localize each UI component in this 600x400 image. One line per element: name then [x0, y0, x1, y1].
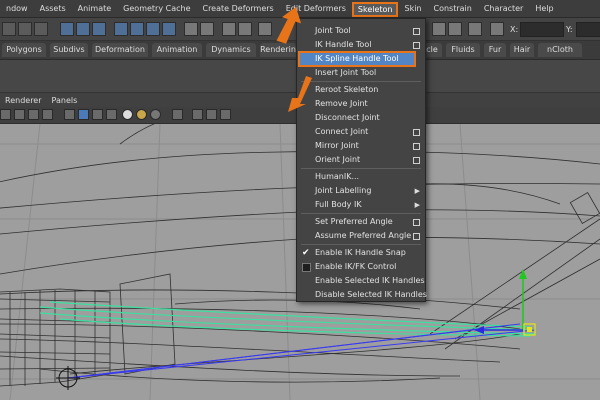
option-box-icon[interactable] [413, 157, 420, 164]
checkbox-icon[interactable] [302, 263, 311, 272]
tab-deformation[interactable]: Deformation [92, 43, 148, 57]
tab-fur[interactable]: Fur [484, 43, 506, 57]
menu-item-disable-selected-ik-handles[interactable]: Disable Selected IK Handles [297, 288, 427, 302]
new-scene-icon[interactable] [2, 22, 16, 36]
input-ops-icon[interactable] [238, 22, 252, 36]
option-box-icon[interactable] [413, 129, 420, 136]
snap-grid-icon[interactable] [114, 22, 128, 36]
menu-item-ik-handle-tool[interactable]: IK Handle Tool [297, 38, 425, 52]
callout-arrow-skeleton-icon [276, 6, 302, 44]
x-coord-field[interactable] [520, 22, 564, 37]
panel-menu-panels[interactable]: Panels [47, 96, 83, 105]
submenu-arrow-icon: ▶ [414, 187, 420, 195]
submenu-arrow-icon: ▶ [414, 201, 420, 209]
snap-curve-icon[interactable] [130, 22, 144, 36]
shadows-icon[interactable] [150, 109, 161, 120]
menu-skeleton[interactable]: Skeleton [351, 1, 399, 17]
default-light-icon[interactable] [122, 109, 133, 120]
menu-item-enable-ik-handle-snap[interactable]: ✔ Enable IK Handle Snap [297, 246, 425, 260]
menu-item-connect-joint[interactable]: Connect Joint [297, 125, 425, 139]
menu-item-enable-ik-fk-control[interactable]: Enable IK/FK Control [297, 260, 425, 274]
tab-subdivs[interactable]: Subdivs [50, 43, 88, 57]
x-coord-label: X: [510, 25, 519, 34]
tab-fluids[interactable]: Fluids [446, 43, 480, 57]
menu-divider [301, 244, 421, 245]
menu-divider [301, 213, 421, 214]
menu-window[interactable]: ndow [0, 0, 34, 17]
textured-icon[interactable] [106, 109, 117, 120]
option-box-icon[interactable] [413, 233, 420, 240]
smooth-shade-icon[interactable] [78, 109, 89, 120]
option-box-icon[interactable] [413, 42, 420, 49]
menu-item-humanik[interactable]: HumanIK... [297, 170, 425, 184]
ipr-render-icon[interactable] [432, 22, 446, 36]
open-scene-icon[interactable] [18, 22, 32, 36]
all-lights-icon[interactable] [136, 109, 147, 120]
menu-constrain[interactable]: Constrain [428, 0, 478, 17]
help-line-icon[interactable] [200, 22, 214, 36]
image-plane-icon[interactable] [28, 109, 39, 120]
option-box-icon[interactable] [413, 28, 420, 35]
menu-assets[interactable]: Assets [34, 0, 72, 17]
root-joint [56, 366, 80, 390]
film-gate-icon[interactable] [42, 109, 53, 120]
menu-item-assume-preferred-angle[interactable]: Assume Preferred Angle [297, 229, 425, 243]
select-component-icon[interactable] [92, 22, 106, 36]
y-coord-label: Y: [566, 25, 573, 34]
xray-active-icon[interactable] [220, 109, 231, 120]
tab-polygons[interactable]: Polygons [2, 43, 46, 57]
tab-ncloth[interactable]: nCloth [538, 43, 582, 57]
menu-item-enable-selected-ik-handles[interactable]: Enable Selected IK Handles [297, 274, 425, 288]
menu-geometry-cache[interactable]: Geometry Cache [117, 0, 196, 17]
menu-item-orient-joint[interactable]: Orient Joint [297, 153, 425, 167]
checkmark-icon: ✔ [302, 248, 310, 258]
panel-menu-renderer[interactable]: Renderer [0, 96, 47, 105]
hypershade-icon[interactable] [468, 22, 482, 36]
transform-mode-icon[interactable] [490, 22, 504, 36]
select-object-icon[interactable] [76, 22, 90, 36]
menu-item-mirror-joint[interactable]: Mirror Joint [297, 139, 425, 153]
menu-divider [301, 81, 421, 82]
callout-arrow-ik-spline-icon [288, 76, 312, 112]
xray-icon[interactable] [192, 109, 203, 120]
y-coord-field[interactable] [576, 22, 600, 37]
tab-dynamics[interactable]: Dynamics [206, 43, 256, 57]
xray-joints-icon[interactable] [206, 109, 217, 120]
menu-skin[interactable]: Skin [398, 0, 427, 17]
menu-character[interactable]: Character [478, 0, 530, 17]
tab-hair[interactable]: Hair [510, 43, 534, 57]
menu-item-joint-tool[interactable]: Joint Tool [297, 24, 425, 38]
menu-item-full-body-ik[interactable]: Full Body IK ▶ [297, 198, 425, 212]
select-hierarchy-icon[interactable] [60, 22, 74, 36]
option-box-icon[interactable] [413, 219, 420, 226]
history-icon[interactable] [184, 22, 198, 36]
menu-item-joint-labelling[interactable]: Joint Labelling ▶ [297, 184, 425, 198]
camera-attributes-icon[interactable] [0, 109, 11, 120]
wireframe-icon[interactable] [64, 109, 75, 120]
menu-item-ik-spline-handle-tool[interactable]: IK Spline Handle Tool [298, 51, 416, 67]
isolate-select-icon[interactable] [172, 109, 183, 120]
menu-help[interactable]: Help [529, 0, 559, 17]
snap-plane-icon[interactable] [162, 22, 176, 36]
render-settings-icon[interactable] [448, 22, 462, 36]
menu-divider [301, 168, 421, 169]
option-box-icon[interactable] [413, 143, 420, 150]
tab-animation[interactable]: Animation [152, 43, 202, 57]
wireframe-on-shaded-icon[interactable] [92, 109, 103, 120]
menu-animate[interactable]: Animate [72, 0, 118, 17]
snap-point-icon[interactable] [146, 22, 160, 36]
skeleton-menu-dropdown: Joint Tool IK Handle Tool IK Spline Hand… [296, 18, 427, 302]
lock-icon[interactable] [222, 22, 236, 36]
bookmark-icon[interactable] [14, 109, 25, 120]
save-scene-icon[interactable] [34, 22, 48, 36]
menu-item-set-preferred-angle[interactable]: Set Preferred Angle [297, 215, 425, 229]
